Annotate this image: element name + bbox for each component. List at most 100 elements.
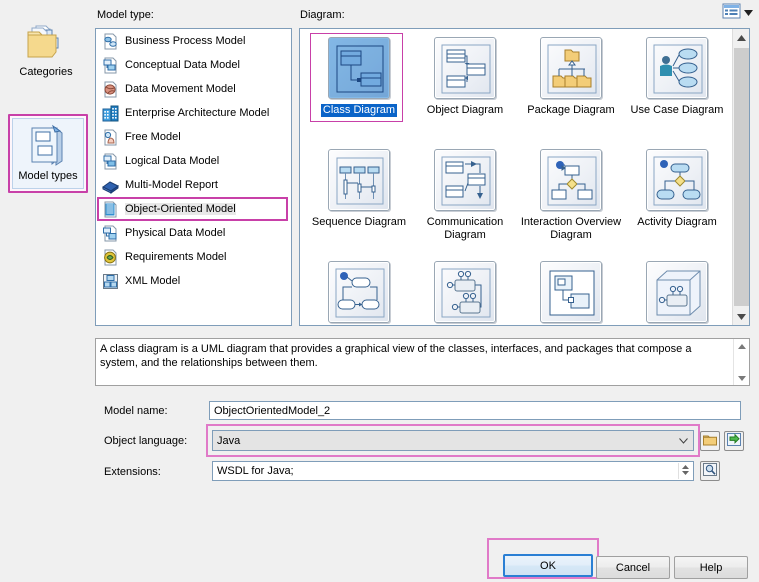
import-language-button[interactable]: [724, 431, 744, 451]
model-type-item-label: Conceptual Data Model: [125, 59, 240, 71]
model-type-item[interactable]: XML Model: [96, 269, 291, 293]
rail-item-model-types[interactable]: Model types: [8, 114, 88, 193]
deployment-diagram-thumb: [646, 261, 708, 323]
model-type-item[interactable]: Requirements Model: [96, 245, 291, 269]
extensions-browse-button[interactable]: [700, 461, 720, 481]
model-type-item[interactable]: Logical Data Model: [96, 149, 291, 173]
rail-item-label: Model types: [18, 170, 78, 182]
diagram-item-label: Class Diagram: [320, 104, 398, 117]
model-type-item[interactable]: Multi-Model Report: [96, 173, 291, 197]
ok-button-label: OK: [540, 559, 556, 572]
diagram-gallery[interactable]: Class Diagram Object Diagram Package Dia…: [299, 28, 750, 326]
use-case-diagram-thumb: [646, 37, 708, 99]
description-scrollbar[interactable]: [733, 339, 749, 385]
diagram-item-interaction-overview-diagram[interactable]: Interaction Overview Diagram: [518, 145, 624, 257]
scrollbar-thumb[interactable]: [734, 48, 749, 306]
model-type-item[interactable]: Physical Data Model: [96, 221, 291, 245]
model-type-item[interactable]: Free Model: [96, 125, 291, 149]
model-type-item-label: Object-Oriented Model: [125, 203, 236, 215]
object-oriented-model-icon: [102, 201, 119, 218]
object-language-label: Object language:: [104, 435, 188, 447]
diagram-item-use-case-diagram[interactable]: Use Case Diagram: [624, 33, 730, 145]
model-type-label: Model type:: [97, 9, 154, 21]
model-name-label: Model name:: [104, 405, 168, 417]
model-name-value: ObjectOrientedModel_2: [214, 404, 331, 417]
data-movement-model-icon: [102, 81, 119, 98]
rail-item-categories[interactable]: Categories: [6, 18, 86, 84]
diagram-description: A class diagram is a UML diagram that pr…: [95, 338, 750, 386]
diagram-item-object-diagram[interactable]: Object Diagram: [412, 33, 518, 145]
model-type-item-label: Multi-Model Report: [125, 179, 218, 191]
preview-magnifier-icon: [703, 463, 717, 479]
physical-data-model-icon: [102, 225, 119, 242]
activity-diagram-thumb: [646, 149, 708, 211]
communication-diagram-thumb: [434, 149, 496, 211]
diagram-item-activity-diagram[interactable]: Activity Diagram: [624, 145, 730, 257]
diagram-item-label: Activity Diagram: [637, 216, 717, 228]
model-type-item-label: Requirements Model: [125, 251, 227, 263]
model-type-item-label: Data Movement Model: [125, 83, 236, 95]
class-diagram-thumb: [328, 37, 390, 99]
model-type-item-label: Enterprise Architecture Model: [125, 107, 270, 119]
extensions-label: Extensions:: [104, 466, 161, 478]
diagram-item-label: Package Diagram: [527, 104, 615, 116]
object-language-value: Java: [217, 434, 241, 447]
multi-model-report-icon: [102, 177, 119, 194]
ok-button[interactable]: OK: [503, 554, 593, 577]
model-type-item[interactable]: Enterprise Architecture Model: [96, 101, 291, 125]
diagram-item-composite-structure-diagram[interactable]: Composite Structure Di: [518, 257, 624, 325]
list-view-icon[interactable]: [722, 3, 741, 20]
chevron-down-icon[interactable]: [675, 436, 691, 446]
import-arrow-icon: [727, 433, 741, 449]
model-type-item[interactable]: Conceptual Data Model: [96, 53, 291, 77]
diagram-item-component-diagram[interactable]: Component Diagram: [412, 257, 518, 325]
model-type-item[interactable]: Data Movement Model: [96, 77, 291, 101]
browse-language-button[interactable]: [700, 431, 720, 451]
model-type-item-selected[interactable]: Object-Oriented Model: [96, 197, 291, 221]
model-name-input[interactable]: ObjectOrientedModel_2: [209, 401, 741, 420]
model-type-item-label: Free Model: [125, 131, 181, 143]
diagram-item-statechart-diagram[interactable]: Statechart Diagram: [306, 257, 412, 325]
diagram-item-label: Use Case Diagram: [630, 104, 724, 116]
scroll-down-icon[interactable]: [734, 371, 749, 385]
rail-item-label: Categories: [19, 66, 73, 78]
help-button[interactable]: Help: [674, 556, 748, 579]
diagram-item-deployment-diagram[interactable]: Deployment Diagram: [624, 257, 730, 325]
diagram-item-label: Interaction Overview Diagram: [520, 216, 622, 241]
composite-structure-diagram-thumb: [540, 261, 602, 323]
cancel-button[interactable]: Cancel: [596, 556, 670, 579]
model-type-item[interactable]: Business Process Model: [96, 29, 291, 53]
diagram-gallery-scrollbar[interactable]: [732, 29, 749, 325]
scroll-up-icon[interactable]: [733, 29, 749, 46]
model-type-item-label: Business Process Model: [125, 35, 246, 47]
business-process-model-icon: [102, 33, 119, 50]
diagram-item-sequence-diagram[interactable]: Sequence Diagram: [306, 145, 412, 257]
diagram-item-package-diagram[interactable]: Package Diagram: [518, 33, 624, 145]
component-diagram-thumb: [434, 261, 496, 323]
scroll-up-icon[interactable]: [734, 339, 749, 353]
scroll-down-icon[interactable]: [733, 308, 749, 325]
extensions-input[interactable]: WSDL for Java;: [212, 461, 694, 481]
object-diagram-thumb: [434, 37, 496, 99]
package-diagram-thumb: [540, 37, 602, 99]
model-type-item-label: Physical Data Model: [125, 227, 226, 239]
diagram-item-communication-diagram[interactable]: Communication Diagram: [412, 145, 518, 257]
sequence-diagram-thumb: [328, 149, 390, 211]
enterprise-architecture-model-icon: [102, 105, 119, 122]
model-type-item-label: XML Model: [125, 275, 181, 287]
model-type-item-label: Logical Data Model: [125, 155, 220, 167]
chevron-down-icon[interactable]: [744, 7, 753, 19]
extensions-spinner[interactable]: [678, 463, 692, 479]
folder-documents-icon: [22, 18, 70, 64]
spin-down-icon[interactable]: [682, 471, 689, 477]
diagram-item-class-diagram[interactable]: Class Diagram: [306, 33, 412, 145]
conceptual-data-model-icon: [102, 57, 119, 74]
interaction-overview-diagram-thumb: [540, 149, 602, 211]
statechart-diagram-thumb: [328, 261, 390, 323]
logical-data-model-icon: [102, 153, 119, 170]
stacked-documents-icon: [24, 122, 72, 168]
object-language-select[interactable]: Java: [212, 430, 694, 451]
diagram-item-label: Object Diagram: [426, 104, 504, 116]
requirements-model-icon: [102, 249, 119, 266]
model-type-list[interactable]: Business Process Model Conceptual Data M…: [95, 28, 292, 326]
